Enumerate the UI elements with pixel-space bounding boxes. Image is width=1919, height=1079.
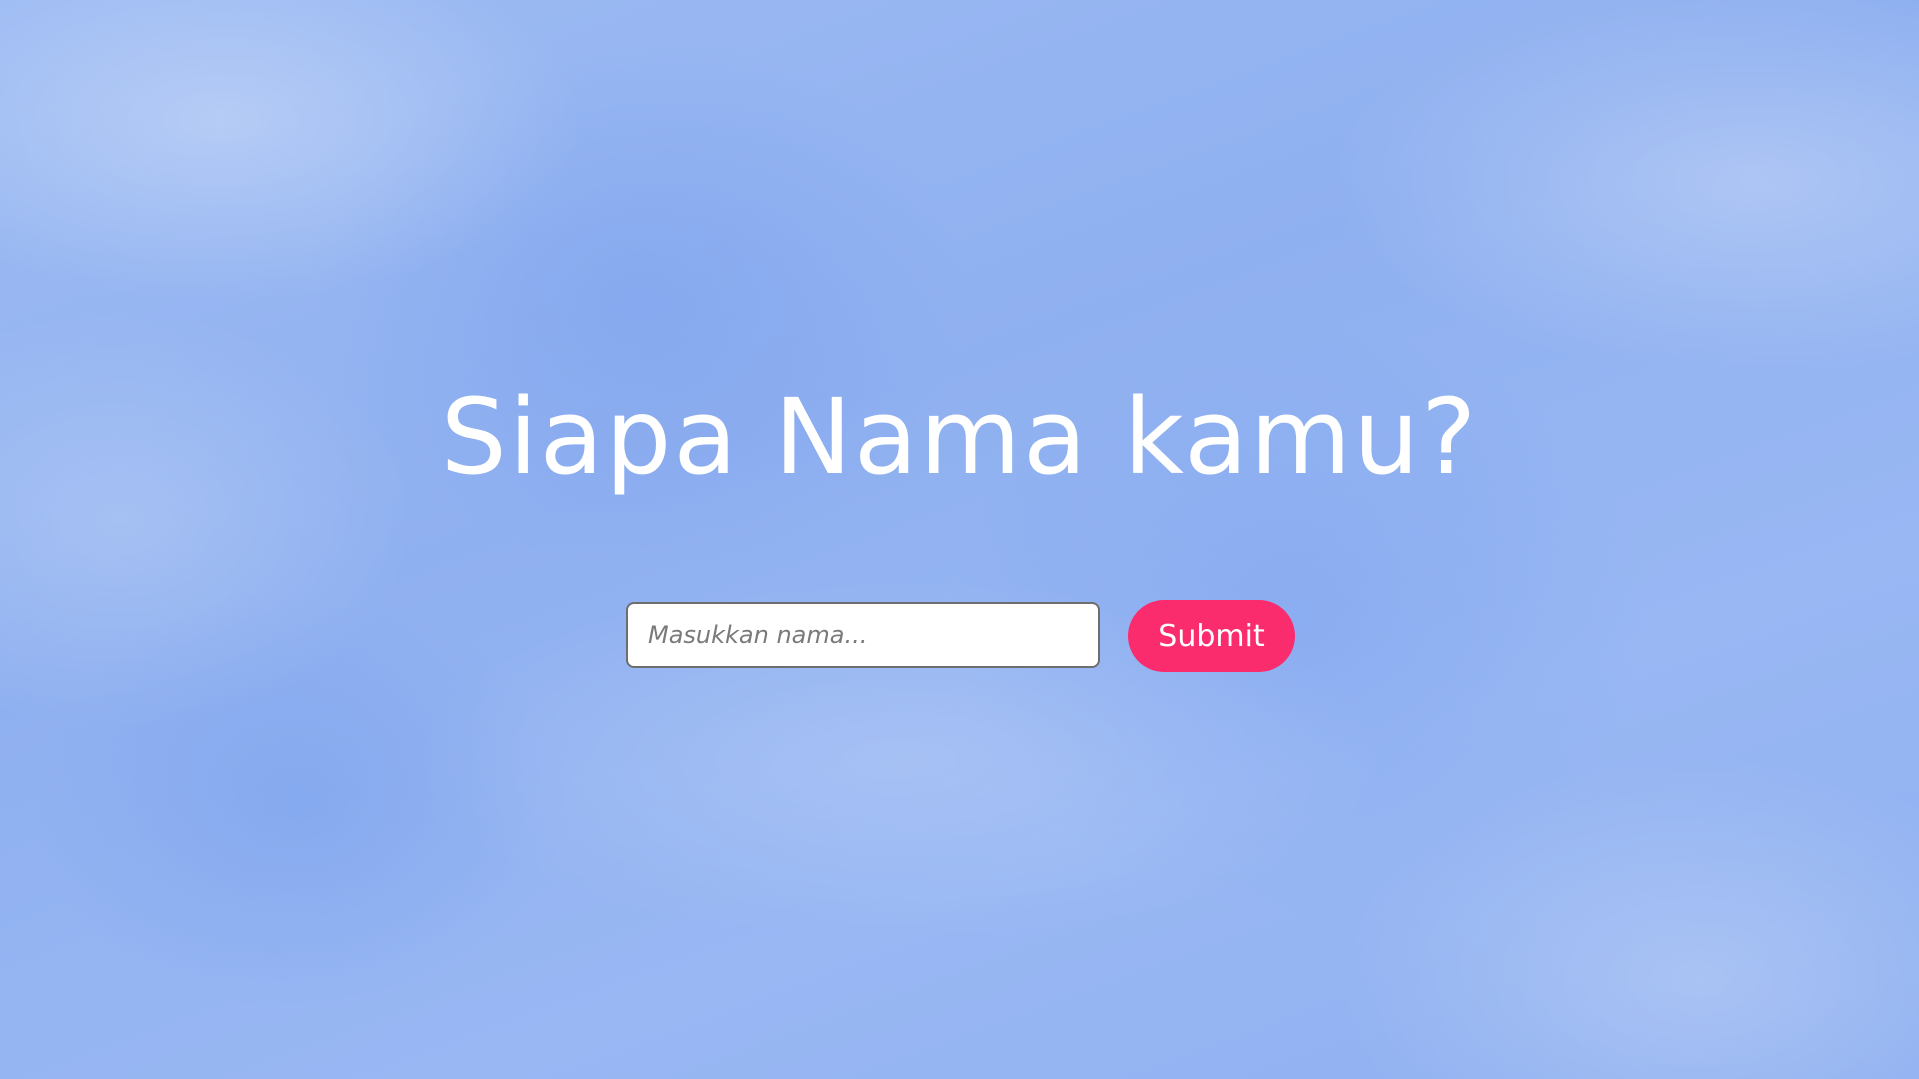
- submit-button[interactable]: Submit: [1128, 600, 1295, 672]
- sky-background: [0, 0, 1919, 1079]
- page-title: Siapa Nama kamu?: [440, 376, 1479, 498]
- name-input[interactable]: [626, 602, 1100, 668]
